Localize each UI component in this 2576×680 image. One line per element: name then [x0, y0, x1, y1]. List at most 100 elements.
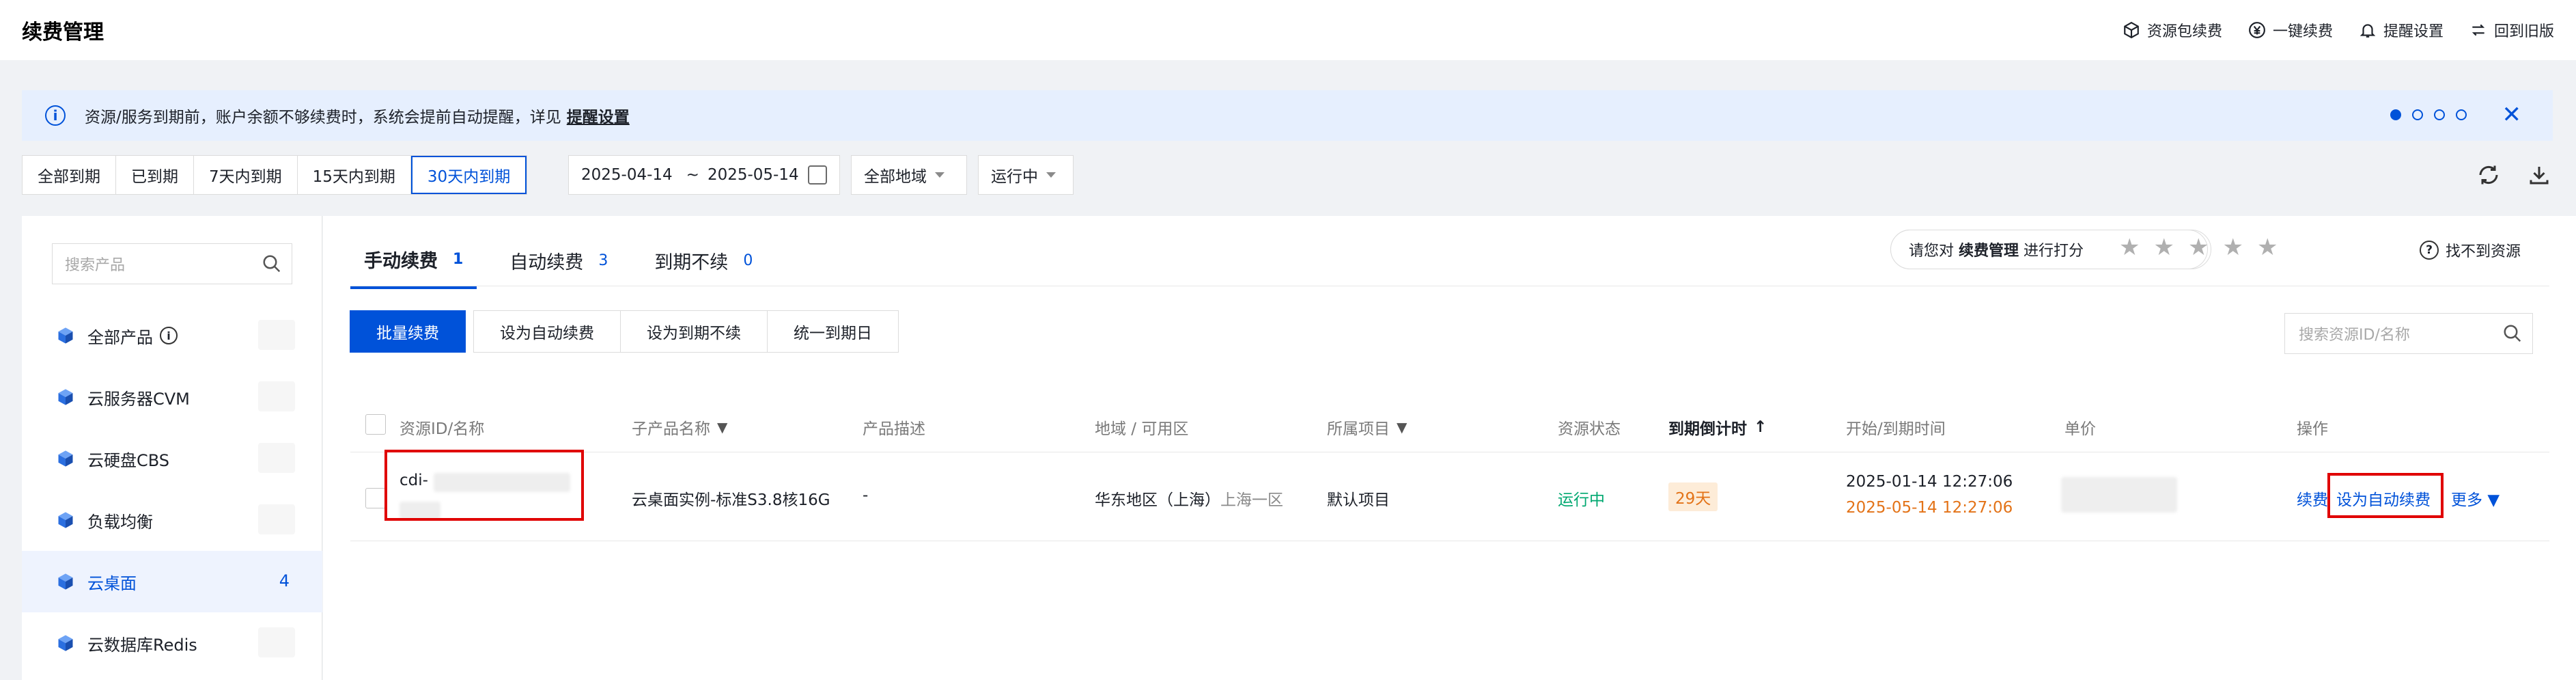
- tab-label: 手动续费: [364, 251, 438, 272]
- sidebar-item-label: 云服务器CVM: [87, 389, 190, 409]
- column-header-project: 所属项目 ▼: [1327, 416, 1407, 439]
- region-select[interactable]: 全部地域: [851, 155, 967, 195]
- batch-renew-button[interactable]: 批量续费: [350, 310, 466, 353]
- cannot-find-resource-label: 找不到资源: [2446, 243, 2521, 260]
- caret-down-icon: ▼: [2487, 491, 2500, 509]
- period-15-days[interactable]: 15天内到期: [298, 156, 411, 194]
- sidebar-item-cvm[interactable]: 云服务器CVM: [22, 366, 322, 428]
- column-header-label: 单价: [2064, 420, 2096, 438]
- banner-dot[interactable]: [2434, 109, 2445, 120]
- date-end: 2025-05-14: [707, 166, 799, 184]
- row-checkbox[interactable]: [365, 488, 386, 508]
- download-icon[interactable]: [2527, 163, 2551, 187]
- star-icon[interactable]: ★: [2222, 234, 2243, 261]
- sidebar-item-cbs[interactable]: 云硬盘CBS: [22, 428, 322, 489]
- notice-banner: i 资源/服务到期前，账户余额不够续费时，系统会提前自动提醒，详见 提醒设置 ✕: [22, 90, 2553, 141]
- filter-icon[interactable]: ▼: [1397, 419, 1407, 435]
- renewal-management-page: 续费管理 资源包续费 一键续费 提醒设置 回到旧版 i 资源/服务到期前，账户余…: [0, 0, 2576, 680]
- main-panel: 手动续费 1 自动续费 3 到期不续 0 请您对 续费管理 进行打分 请您对 续…: [323, 216, 2576, 680]
- more-dropdown[interactable]: 更多 ▼: [2451, 487, 2500, 510]
- back-to-old-version-button[interactable]: 回到旧版: [2469, 19, 2554, 41]
- column-header-label: 开始/到期时间: [1846, 420, 1946, 438]
- star-icon[interactable]: ★: [2188, 234, 2209, 261]
- column-header-desc: 产品描述: [863, 416, 925, 439]
- rating-text: 请您对 续费管理 进行打分: [1909, 239, 2084, 260]
- info-icon[interactable]: i: [160, 327, 178, 344]
- sort-ascending-icon: ↑: [1754, 418, 1767, 436]
- set-auto-renew-button[interactable]: 设为自动续费: [473, 310, 621, 353]
- period-segmented-control: 全部到期 已到期 7天内到期 15天内到期 30天内到期: [22, 155, 528, 195]
- period-all[interactable]: 全部到期: [23, 156, 116, 194]
- banner-text: 资源/服务到期前，账户余额不够续费时，系统会提前自动提醒，详见: [85, 109, 561, 126]
- date-separator: ~: [686, 166, 699, 184]
- cube-icon: [58, 450, 73, 467]
- one-click-renew-button[interactable]: 一键续费: [2248, 19, 2333, 41]
- tab-count: 0: [743, 252, 753, 269]
- info-icon: i: [45, 105, 66, 126]
- column-header-time: 开始/到期时间: [1846, 416, 1946, 439]
- package-renew-label: 资源包续费: [2146, 23, 2222, 40]
- column-header-countdown[interactable]: 到期倒计时 ↑: [1668, 416, 1767, 439]
- renew-link[interactable]: 续费: [2297, 487, 2328, 510]
- sidebar-item-label: 云桌面: [87, 573, 137, 593]
- page-title: 续费管理: [22, 21, 104, 44]
- banner-dot[interactable]: [2390, 109, 2401, 120]
- tab-auto-renew[interactable]: 自动续费 3: [496, 246, 621, 289]
- rating-suffix: 进行打分: [2024, 243, 2084, 260]
- banner-dot[interactable]: [2456, 109, 2467, 120]
- date-range-picker[interactable]: 2025-04-14 ~ 2025-05-14: [568, 155, 840, 195]
- sidebar-item-count: [258, 504, 295, 534]
- package-renew-button[interactable]: 资源包续费: [2123, 19, 2222, 41]
- cube-icon: [58, 389, 73, 405]
- close-icon[interactable]: ✕: [2502, 101, 2522, 128]
- expiry-countdown: 29天: [1668, 482, 1718, 511]
- zone: 上海一区: [1220, 491, 1283, 509]
- star-icon[interactable]: ★: [2153, 234, 2174, 261]
- sidebar-item-load-balancer[interactable]: 负载均衡: [22, 489, 322, 551]
- banner-dot[interactable]: [2412, 109, 2423, 120]
- bell-icon: [2360, 24, 2376, 38]
- column-header-ops: 操作: [2297, 416, 2328, 439]
- package-icon: [2124, 21, 2139, 39]
- period-30-days[interactable]: 30天内到期: [410, 156, 527, 194]
- resource-search-input[interactable]: 搜索资源ID/名称: [2284, 313, 2533, 354]
- column-header-label: 操作: [2297, 420, 2328, 438]
- filter-icon[interactable]: ▼: [717, 419, 727, 435]
- period-7-days[interactable]: 7天内到期: [194, 156, 298, 194]
- cube-icon: [58, 573, 73, 590]
- sidebar-item-redis[interactable]: 云数据库Redis: [22, 612, 322, 674]
- rating-prefix: 请您对: [1909, 243, 1955, 260]
- back-to-old-version-label: 回到旧版: [2493, 23, 2554, 40]
- reminder-settings-button[interactable]: 提醒设置: [2359, 19, 2444, 41]
- column-header-label: 资源状态: [1558, 420, 1621, 438]
- tab-manual-renew[interactable]: 手动续费 1: [350, 246, 477, 289]
- cube-icon: [58, 327, 73, 344]
- select-all-checkbox[interactable]: [365, 414, 386, 435]
- unify-expiry-button[interactable]: 统一到期日: [767, 310, 899, 353]
- highlight-box-resource-id: [384, 450, 584, 521]
- tab-no-renew[interactable]: 到期不续 0: [641, 246, 766, 289]
- cannot-find-resource-link[interactable]: ? 找不到资源: [2420, 239, 2521, 261]
- table-row: cdi- 云桌面实例-标准S3.8核16G - 华东地区（上海）上海一区 默认项…: [350, 450, 2549, 541]
- reminder-settings-link[interactable]: 提醒设置: [567, 104, 630, 127]
- period-filter: 全部到期 已到期 7天内到期 15天内到期 30天内到期: [22, 155, 528, 195]
- region-select-value: 全部地域: [864, 168, 927, 186]
- column-header-label: 资源ID/名称: [400, 420, 485, 438]
- star-icon[interactable]: ★: [2257, 234, 2278, 261]
- product-search-input[interactable]: 搜索产品: [52, 243, 292, 284]
- column-header-id: 资源ID/名称: [400, 416, 484, 439]
- product-sidebar: 搜索产品 全部产品 i 云服务器CVM 云硬盘CBS 负载均衡 云桌面 4 云数…: [22, 216, 322, 680]
- redacted-price: [2061, 477, 2177, 513]
- header-actions: 资源包续费 一键续费 提醒设置 回到旧版: [2123, 19, 2554, 41]
- star-icon[interactable]: ★: [2119, 234, 2140, 261]
- column-header-price: 单价: [2064, 416, 2096, 439]
- refresh-icon[interactable]: [2476, 163, 2501, 187]
- period-expired[interactable]: 已到期: [116, 156, 194, 194]
- set-no-renew-button[interactable]: 设为到期不续: [620, 310, 768, 353]
- end-time: 2025-05-14 12:27:06: [1846, 499, 2013, 517]
- cube-icon: [58, 635, 73, 651]
- yuan-icon: [2249, 22, 2265, 38]
- sidebar-item-cloud-desktop[interactable]: 云桌面 4: [22, 551, 322, 612]
- sidebar-item-all-products[interactable]: 全部产品 i: [22, 305, 322, 366]
- status-select[interactable]: 运行中: [978, 155, 1074, 195]
